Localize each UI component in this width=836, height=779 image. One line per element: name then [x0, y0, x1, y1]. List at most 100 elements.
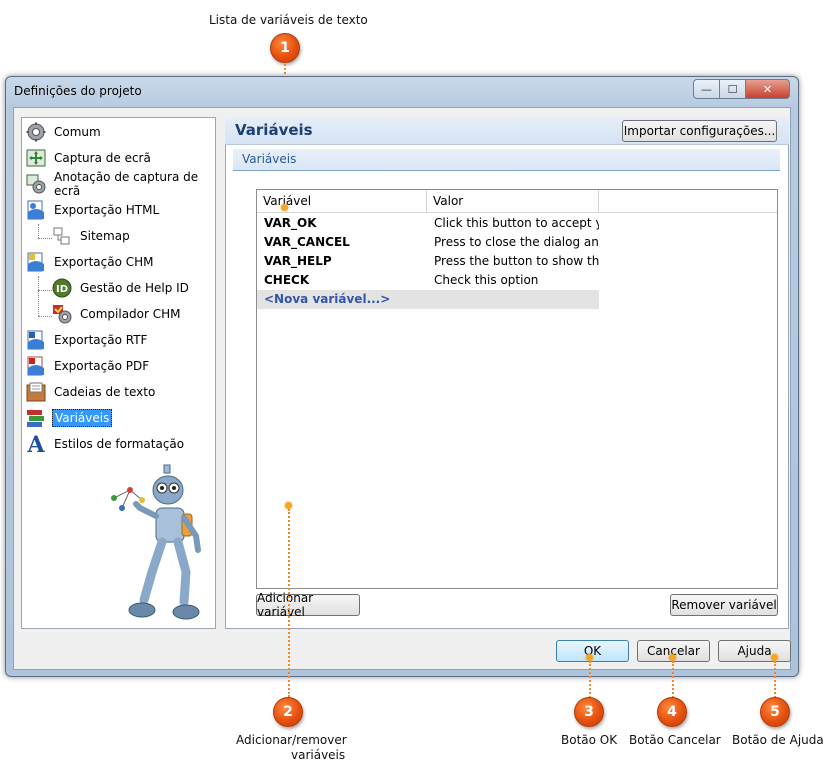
sidebar-item-exportacao-chm[interactable]: Exportação CHM [26, 251, 156, 273]
section-header: Variáveis [233, 149, 780, 171]
dialog-client-area: Comum Captura de ecrã Anotação de captur… [13, 107, 791, 670]
table-row[interactable]: VAR_OK Click this button to accept yo... [257, 214, 599, 233]
sidebar-item-label: Exportação PDF [54, 359, 150, 373]
svg-text:ID: ID [56, 284, 68, 295]
add-variable-button[interactable]: Adicionar variável [256, 591, 360, 619]
window-controls: — ☐ ✕ [693, 79, 790, 99]
help-id-icon: ID [52, 278, 72, 298]
variable-value: Click this button to accept yo... [434, 216, 599, 230]
sidebar-item-label: Compilador CHM [80, 307, 181, 321]
sidebar-item-sitemap[interactable]: Sitemap [52, 225, 132, 247]
settings-tree[interactable]: Comum Captura de ecrã Anotação de captur… [21, 117, 216, 629]
project-settings-window: Definições do projeto — ☐ ✕ Comum Captur… [5, 76, 799, 677]
new-variable-row[interactable]: <Nova variável...> [257, 290, 599, 309]
sidebar-item-help-id[interactable]: ID Gestão de Help ID [52, 277, 191, 299]
screen-capture-icon [26, 148, 46, 168]
callout-4-badge: 4 [657, 697, 687, 727]
callout-5-anchor [771, 654, 778, 661]
callout-5-leader [774, 661, 776, 698]
import-settings-button[interactable]: Importar configurações... [622, 120, 777, 142]
callout-3-anchor [586, 654, 593, 661]
pdf-export-icon [26, 356, 46, 376]
variable-name: VAR_CANCEL [264, 235, 350, 249]
callout-5-badge: 5 [760, 697, 790, 727]
sidebar-item-label: Captura de ecrã [54, 151, 151, 165]
tree-line [38, 224, 39, 238]
variables-panel: Variáveis Importar configurações... Vari… [225, 108, 790, 629]
callout-3-leader [589, 661, 591, 698]
column-header-value[interactable]: Valor [427, 190, 599, 212]
maximize-button[interactable]: ☐ [720, 79, 746, 99]
text-strings-icon [26, 382, 46, 402]
variable-value: Press to close the dialog an... [434, 235, 599, 249]
tree-line [38, 290, 52, 291]
sidebar-item-label: Estilos de formatação [54, 437, 185, 451]
sidebar-item-compilador-chm[interactable]: Compilador CHM [52, 303, 183, 325]
sitemap-icon [52, 226, 72, 246]
sidebar-item-exportacao-pdf[interactable]: Exportação PDF [26, 355, 151, 377]
gear-icon [26, 122, 46, 142]
callout-2-badge: 2 [273, 697, 303, 727]
svg-text:A: A [26, 433, 45, 455]
minimize-button[interactable]: — [693, 79, 720, 99]
remove-variable-button[interactable]: Remover variável [670, 594, 778, 616]
tree-line [38, 238, 52, 239]
sidebar-item-label: Sitemap [80, 229, 130, 243]
sidebar-item-label: Anotação de captura de ecrã [54, 170, 199, 198]
callout-1-anchor [281, 204, 288, 211]
sidebar-item-anotacao[interactable]: Anotação de captura de ecrã [26, 170, 215, 198]
variable-name: CHECK [264, 273, 310, 287]
callout-3-label: Botão OK [561, 733, 618, 747]
sidebar-item-label: Gestão de Help ID [80, 281, 189, 295]
callout-2-label-line1: Adicionar/remover [236, 733, 347, 747]
callout-1-label: Lista de variáveis de texto [209, 13, 368, 27]
variable-name: VAR_OK [264, 216, 317, 230]
format-styles-icon: A [26, 433, 46, 455]
sidebar-item-comum[interactable]: Comum [26, 121, 103, 143]
close-button[interactable]: ✕ [746, 79, 790, 99]
variable-name: VAR_HELP [264, 254, 332, 268]
callout-3-badge: 3 [574, 697, 604, 727]
robot-mascot-illustration [100, 460, 210, 625]
callout-2-anchor [285, 502, 292, 509]
annotation-gear-icon [26, 174, 46, 194]
table-row[interactable]: VAR_HELP Press the button to show th... [257, 252, 599, 271]
panel-content: Variáveis Variável Valor VAR_OK Click th… [225, 145, 789, 629]
sidebar-item-exportacao-rtf[interactable]: Exportação RTF [26, 329, 149, 351]
rtf-export-icon [26, 330, 46, 350]
callout-5-label: Botão de Ajuda [732, 733, 824, 747]
sidebar-item-cadeias-de-texto[interactable]: Cadeias de texto [26, 381, 157, 403]
new-variable-label: <Nova variável...> [264, 292, 391, 306]
variables-icon [26, 408, 46, 428]
sidebar-item-estilos[interactable]: A Estilos de formatação [26, 433, 186, 455]
sidebar-item-label: Exportação HTML [54, 203, 160, 217]
variable-value: Check this option [434, 273, 539, 287]
sidebar-item-variaveis[interactable]: Variáveis [26, 407, 113, 429]
chm-compiler-icon [52, 304, 72, 324]
table-row[interactable]: CHECK Check this option [257, 271, 599, 290]
window-title: Definições do projeto [14, 84, 142, 98]
help-button[interactable]: Ajuda [718, 640, 791, 662]
sidebar-item-label: Exportação RTF [54, 333, 148, 347]
section-title: Variáveis [242, 152, 297, 166]
callout-2-leader [288, 509, 290, 697]
chm-export-icon [26, 252, 46, 272]
tree-line [38, 276, 39, 316]
grid-header: Variável Valor [257, 190, 777, 213]
variables-grid[interactable]: Variável Valor VAR_OK Click this button … [256, 189, 778, 589]
callout-1-badge: 1 [270, 33, 300, 63]
callout-2-label-line2: variáveis [291, 748, 346, 762]
callout-4-leader [672, 661, 674, 698]
panel-title: Variáveis [235, 121, 313, 139]
panel-header: Variáveis Importar configurações... [225, 117, 789, 145]
html-export-icon [26, 200, 46, 220]
sidebar-item-label: Comum [54, 125, 101, 139]
table-row[interactable]: VAR_CANCEL Press to close the dialog an.… [257, 233, 599, 252]
callout-4-label: Botão Cancelar [629, 733, 721, 747]
callout-4-anchor [669, 654, 676, 661]
variable-value: Press the button to show th... [434, 254, 599, 268]
sidebar-item-exportacao-html[interactable]: Exportação HTML [26, 199, 161, 221]
sidebar-item-captura[interactable]: Captura de ecrã [26, 147, 153, 169]
sidebar-item-label: Variáveis [52, 409, 113, 427]
sidebar-item-label: Cadeias de texto [54, 385, 156, 399]
